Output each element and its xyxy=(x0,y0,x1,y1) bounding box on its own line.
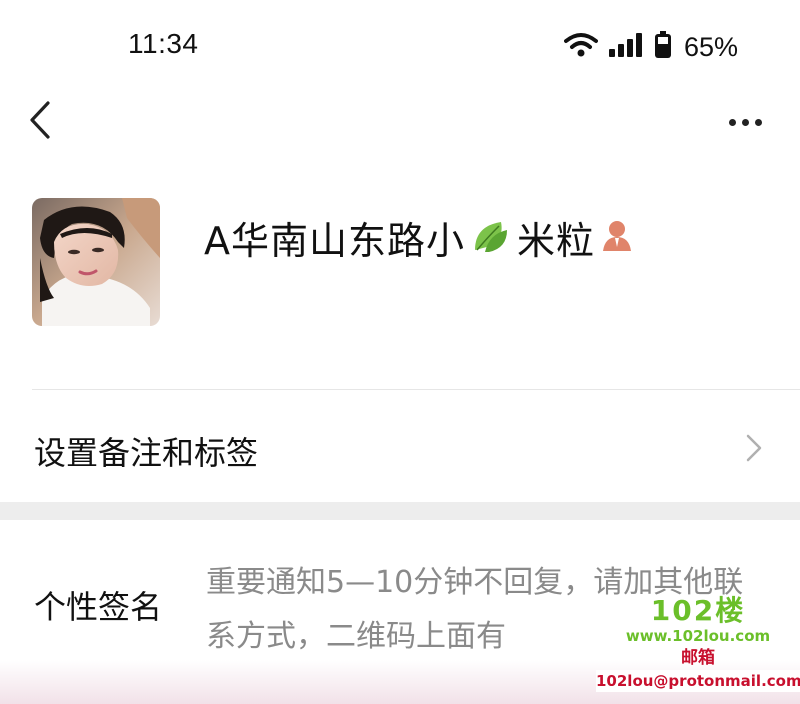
nickname-text-2: 米粒 xyxy=(517,219,596,263)
more-dots-icon xyxy=(728,118,736,126)
watermark-url: www.102lou.com xyxy=(625,627,771,645)
section-separator xyxy=(0,502,800,520)
profile-header: A华南山东路小 米粒 xyxy=(0,180,800,360)
status-bar: 11:34 65% xyxy=(0,0,800,92)
cellular-signal-icon xyxy=(608,33,644,61)
person-badge-icon xyxy=(601,219,633,257)
leaf-emoji-icon xyxy=(471,216,511,260)
watermark: 102楼 www.102lou.com 邮箱 102lou@protonmail… xyxy=(596,596,800,696)
nickname-text-1: A华南山东路小 xyxy=(204,219,465,263)
nickname: A华南山东路小 米粒 xyxy=(204,210,633,265)
more-dots-icon xyxy=(741,118,749,126)
watermark-mail: 102lou@protonmail.com xyxy=(596,670,800,692)
battery-percent: 65% xyxy=(683,31,738,62)
wifi-icon xyxy=(563,32,598,62)
chevron-right-icon xyxy=(744,434,764,462)
remark-and-tags-row[interactable]: 设置备注和标签 xyxy=(0,390,800,502)
avatar[interactable] xyxy=(32,198,160,326)
status-time: 11:34 xyxy=(128,28,199,59)
nav-bar xyxy=(0,92,800,152)
status-icons: 65% xyxy=(563,30,738,64)
more-dots-icon xyxy=(754,118,762,126)
signature-label: 个性签名 xyxy=(34,588,163,626)
battery-icon xyxy=(654,31,672,63)
watermark-logo: 102楼 xyxy=(650,594,746,627)
back-button[interactable] xyxy=(20,98,60,146)
remark-label: 设置备注和标签 xyxy=(34,434,259,472)
chevron-left-icon xyxy=(29,101,51,143)
more-button[interactable] xyxy=(720,102,770,142)
watermark-mail-label: 邮箱 xyxy=(681,648,715,668)
